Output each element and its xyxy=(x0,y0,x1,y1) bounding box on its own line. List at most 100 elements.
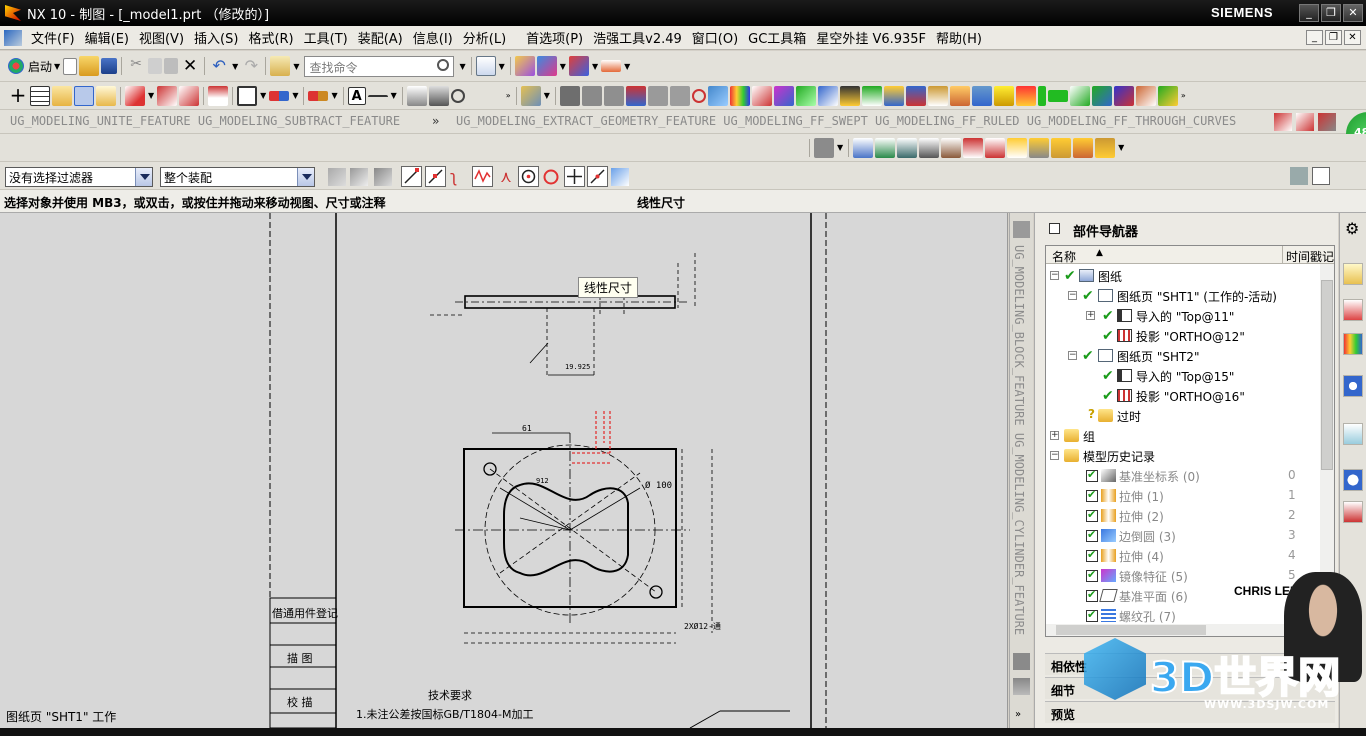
touch-mode-icon[interactable] xyxy=(514,56,535,76)
column-name[interactable]: 名称 xyxy=(1052,248,1076,265)
panel-restore-icon[interactable] xyxy=(1312,167,1330,185)
select-body-icon[interactable] xyxy=(350,168,368,186)
feature-icon-15[interactable] xyxy=(861,85,882,106)
feature-icon-02[interactable] xyxy=(581,85,602,106)
tree-node-import-top15[interactable]: ✔ 导入的 "Top@15" xyxy=(1046,366,1322,386)
extra-tool-icon-1[interactable] xyxy=(1274,113,1292,131)
search-icon[interactable] xyxy=(437,58,450,71)
feature-icon-25[interactable] xyxy=(1069,85,1090,106)
history-feature-extrude-4[interactable]: 拉伸 (4) 4 xyxy=(1046,546,1322,566)
sheet-icon[interactable] xyxy=(52,85,72,106)
feature-icon-18[interactable] xyxy=(927,85,948,106)
column-timestamp[interactable]: 时间戳记 xyxy=(1286,248,1334,265)
snap-midpoint-icon[interactable] xyxy=(425,166,446,187)
view-boundary-icon[interactable] xyxy=(237,85,258,106)
tree-node-model-history[interactable]: − 模型历史记录 xyxy=(1046,446,1322,466)
feature-icon-11[interactable] xyxy=(773,85,794,106)
menu-analysis[interactable]: 分析(L) xyxy=(458,28,511,47)
sync-icon-1[interactable] xyxy=(853,137,874,158)
doc-restore-button[interactable]: ❐ xyxy=(1325,30,1342,45)
feature-checkbox[interactable] xyxy=(1086,588,1098,602)
strip-overflow-icon[interactable]: » xyxy=(1015,709,1021,720)
sort-ascending-icon[interactable]: ▲ xyxy=(1096,248,1103,258)
feature-icon-17[interactable] xyxy=(905,85,926,106)
navigator-pin-icon[interactable] xyxy=(1049,223,1060,234)
drawing-canvas[interactable]: 19.925 61 Ø 100 912 2XØ12-通 借通用件登记 描 图 校… xyxy=(0,213,1008,728)
strip-tool-icon[interactable] xyxy=(1013,221,1030,238)
feature-icon-22[interactable] xyxy=(1015,85,1036,106)
table-grid-icon[interactable] xyxy=(30,85,50,106)
feature-icon-04[interactable] xyxy=(625,85,646,106)
update-view-icon[interactable] xyxy=(208,85,229,106)
menu-file[interactable]: 文件(F) xyxy=(26,28,80,47)
feature-icon-07[interactable] xyxy=(691,88,706,103)
tech-requirements-note[interactable]: 1.未注公差按国标GB/T1804-M加工 xyxy=(356,706,533,722)
web-browser-icon[interactable] xyxy=(1343,375,1363,397)
offset-face-icon[interactable] xyxy=(1007,137,1028,158)
assembly-navigator-icon[interactable] xyxy=(1343,263,1363,285)
selection-tools-icon[interactable] xyxy=(536,56,557,76)
symbol-icon[interactable] xyxy=(406,85,427,106)
feature-checkbox[interactable] xyxy=(1086,608,1098,622)
menu-help[interactable]: 帮助(H) xyxy=(931,28,987,47)
menu-preferences[interactable]: 首选项(P) xyxy=(521,28,588,47)
start-dropdown-icon[interactable]: ▼ xyxy=(54,62,60,71)
replace-face-icon[interactable] xyxy=(1029,137,1050,158)
dim-2x-hole[interactable]: 2XØ12-通 xyxy=(684,621,721,631)
expand-icon[interactable]: + xyxy=(1050,431,1059,440)
sync-icon-4[interactable] xyxy=(919,137,940,158)
copy-icon[interactable] xyxy=(148,58,163,74)
menu-insert[interactable]: 插入(S) xyxy=(189,28,243,47)
restore-button[interactable]: ❐ xyxy=(1321,4,1341,22)
collapse-icon[interactable]: − xyxy=(1050,451,1059,460)
feature-icon-26[interactable] xyxy=(1091,85,1112,106)
ruler-icon[interactable] xyxy=(601,60,622,72)
tree-node-outdated[interactable]: ? 过时 xyxy=(1046,406,1322,426)
history-icon[interactable] xyxy=(1343,423,1363,445)
tree-node-sheet-sht2[interactable]: − ✔ 图纸页 "SHT2" xyxy=(1046,346,1322,366)
weld-symbol-icon[interactable] xyxy=(450,88,465,103)
feature-icon-23[interactable] xyxy=(1037,85,1046,106)
extra-tool-icon-2[interactable] xyxy=(1296,113,1314,131)
history-feature-datum-csys[interactable]: 基准坐标系 (0) 0 xyxy=(1046,466,1322,486)
feature-icon-27[interactable] xyxy=(1113,85,1134,106)
constraint-navigator-icon[interactable] xyxy=(1343,299,1363,321)
tree-node-groups[interactable]: + 组 xyxy=(1046,426,1322,446)
snap-existing-point-icon[interactable] xyxy=(564,166,585,187)
menu-info[interactable]: 信息(I) xyxy=(408,28,458,47)
paste-icon[interactable] xyxy=(164,58,179,74)
history-feature-edge-blend[interactable]: 边倒圆 (3) 3 xyxy=(1046,526,1322,546)
tree-node-sheet-sht1[interactable]: − ✔ 图纸页 "SHT1" (工作的-活动) xyxy=(1046,286,1322,306)
feature-checkbox[interactable] xyxy=(1086,548,1098,562)
selection-scope-select[interactable]: 整个装配 xyxy=(160,167,315,187)
feature-icon-10[interactable] xyxy=(751,85,772,106)
command-search-input[interactable]: 查找命令 xyxy=(304,55,455,77)
strip-tool-icon-3[interactable] xyxy=(1013,678,1030,695)
window-layout-icon[interactable] xyxy=(475,56,496,76)
collapse-icon[interactable]: − xyxy=(1050,271,1059,280)
navigator-tree[interactable]: 名称 ▲ 时间戳记 − ✔ 图纸 − ✔ 图纸页 "SHT1" (工作的-活动)… xyxy=(1045,245,1335,637)
snap-arc-center-icon[interactable] xyxy=(518,166,539,187)
snap-control-point-icon[interactable]: ʅ xyxy=(450,167,468,187)
select-arrow-icon[interactable] xyxy=(74,85,94,106)
history-feature-extrude-2[interactable]: 拉伸 (2) 2 xyxy=(1046,506,1322,526)
role-icon[interactable] xyxy=(1343,501,1363,523)
sync-icon-3[interactable] xyxy=(897,137,918,158)
feature-icon-14[interactable] xyxy=(839,85,860,106)
chevron-down-icon[interactable] xyxy=(297,168,314,186)
feature-icon-12[interactable] xyxy=(795,85,816,106)
history-feature-mirror[interactable]: 镜像特征 (5) 5 xyxy=(1046,566,1322,586)
sync-icon-2[interactable] xyxy=(875,137,896,158)
menu-window[interactable]: 窗口(O) xyxy=(687,28,743,47)
feature-icon-21[interactable] xyxy=(993,85,1014,106)
strip-tool-icon-2[interactable] xyxy=(1013,653,1030,670)
select-feature-icon[interactable] xyxy=(328,168,346,186)
feature-icon-03[interactable] xyxy=(603,85,624,106)
feature-checkbox[interactable] xyxy=(1086,568,1098,582)
extra-tool-icon-3[interactable] xyxy=(1318,113,1336,131)
datum-feature-icon[interactable] xyxy=(428,85,449,106)
feature-icon-01[interactable] xyxy=(559,85,580,106)
snap-point-on-curve-icon[interactable] xyxy=(587,166,608,187)
command-finder-icon[interactable] xyxy=(270,56,291,76)
feature-icon-19[interactable] xyxy=(949,85,970,106)
